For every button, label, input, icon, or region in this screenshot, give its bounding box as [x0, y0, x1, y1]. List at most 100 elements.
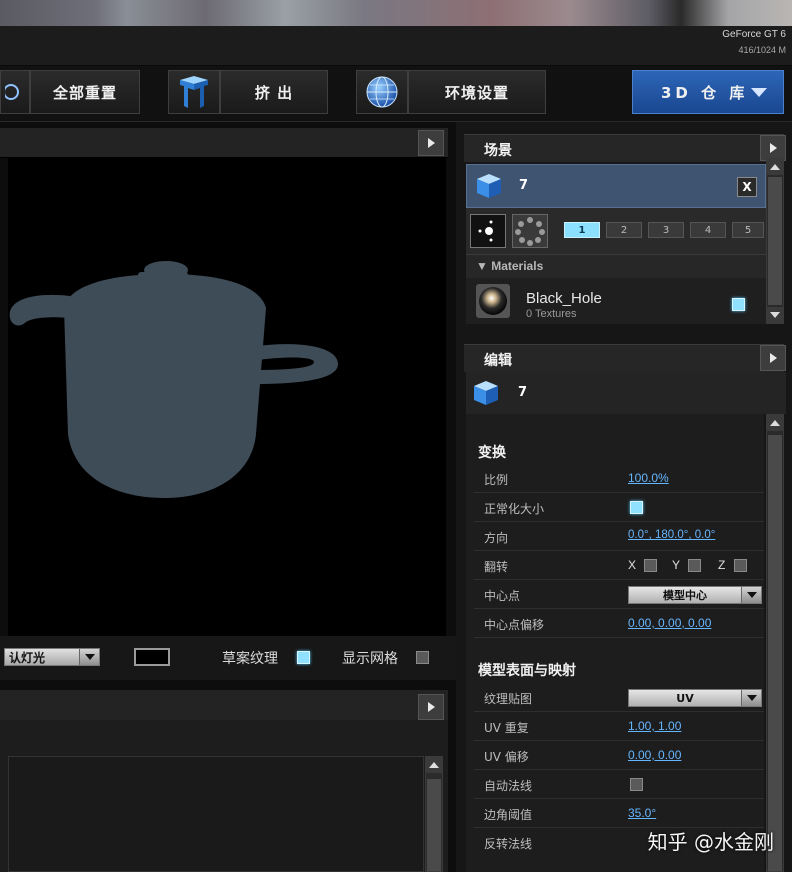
orientation-label: 方向: [484, 531, 509, 545]
flip-y-label: Y: [672, 558, 681, 572]
spot-light-button[interactable]: [512, 214, 548, 248]
3d-repository-button[interactable]: 3D 仓 库: [632, 70, 784, 114]
viewport-header: [0, 128, 448, 158]
cube-icon: [477, 174, 501, 198]
scene-panel-header: 场景: [464, 134, 786, 162]
viewport-options-bar: 认灯光 草案纹理 显示网格: [0, 636, 456, 680]
material-row[interactable]: Black_Hole 0 Textures: [466, 278, 766, 324]
remove-object-button[interactable]: X: [737, 177, 757, 197]
chevron-down-icon: [751, 88, 767, 97]
materials-header-label: ▼ Materials: [476, 259, 544, 273]
lower-panel-scrollbar[interactable]: [425, 756, 443, 872]
reset-icon-button[interactable]: [0, 70, 30, 114]
normalize-size-label: 正常化大小: [484, 502, 545, 516]
play-icon: [769, 143, 777, 153]
prop-row-pivot-offset: 中心点偏移 0.00, 0.00, 0.00: [474, 610, 764, 638]
prop-row-normalize: 正常化大小: [474, 494, 764, 522]
watermark: 知乎 @水金刚: [647, 830, 774, 854]
scene-object-row[interactable]: 7 X: [466, 164, 766, 208]
edge-threshold-value[interactable]: 35.0°: [628, 806, 656, 820]
scroll-up-arrow[interactable]: [426, 757, 442, 773]
uv-repeat-value[interactable]: 1.00, 1.00: [628, 719, 681, 733]
reset-icon: [5, 84, 19, 100]
lower-panel-list[interactable]: [8, 756, 424, 872]
layer-button-3[interactable]: 3: [648, 222, 684, 238]
orientation-value[interactable]: 0.0°, 180.0°, 0.0°: [628, 529, 715, 541]
flip-x-label: X: [628, 558, 637, 572]
pivot-label: 中心点: [484, 589, 521, 603]
point-light-icon: [478, 220, 493, 242]
chevron-down-icon: [741, 587, 761, 603]
flip-z-label: Z: [718, 558, 726, 572]
extrude-icon: [180, 76, 208, 108]
edit-panel-menu-button[interactable]: [760, 345, 786, 371]
scene-panel-title: 场景: [484, 143, 512, 159]
scene-panel-scrollbar[interactable]: [766, 158, 784, 324]
layer-button-1[interactable]: 1: [564, 222, 600, 238]
3d-repository-label: 3D 仓 库: [661, 83, 749, 102]
light-preset-value: 认灯光: [9, 650, 46, 665]
scroll-thumb[interactable]: [768, 435, 782, 871]
pot-model: [9, 261, 338, 498]
scroll-up-arrow[interactable]: [767, 159, 783, 175]
pivot-offset-value[interactable]: 0.00, 0.00, 0.00: [628, 616, 711, 630]
extrude-icon-button[interactable]: [168, 70, 220, 114]
properties-scrollbar[interactable]: [766, 414, 784, 872]
uv-offset-value[interactable]: 0.00, 0.00: [628, 748, 681, 762]
lower-panel-header: [0, 690, 448, 720]
flip-z-checkbox[interactable]: [734, 559, 747, 572]
scroll-up-arrow[interactable]: [767, 415, 783, 431]
prop-row-pivot: 中心点 模型中心: [474, 581, 764, 609]
cube-icon: [474, 381, 498, 405]
gpu-name: GeForce GT 6: [722, 29, 786, 40]
pivot-select-value: 模型中心: [663, 589, 707, 602]
scene-object-name: 7: [519, 178, 529, 193]
flip-y-checkbox[interactable]: [688, 559, 701, 572]
scroll-down-arrow[interactable]: [767, 307, 783, 323]
viewport-menu-button[interactable]: [418, 130, 444, 156]
material-name: Black_Hole: [526, 290, 602, 307]
extrude-button[interactable]: 挤 出: [220, 70, 328, 114]
edit-panel-header: 编辑: [464, 344, 786, 372]
draft-texture-checkbox[interactable]: [297, 651, 310, 664]
show-grid-label: 显示网格: [342, 651, 398, 667]
scale-value[interactable]: 100.0%: [628, 471, 669, 485]
background-color-swatch[interactable]: [134, 648, 170, 666]
scroll-thumb[interactable]: [768, 177, 782, 305]
material-visible-checkbox[interactable]: [732, 298, 745, 311]
play-icon: [769, 353, 777, 363]
toolbar: 全部重置 挤 出 环境设置 3D 仓 库: [0, 66, 792, 122]
environment-settings-button[interactable]: 环境设置: [408, 70, 546, 114]
flip-normals-label: 反转法线: [484, 837, 533, 851]
texture-map-select[interactable]: UV: [628, 689, 762, 707]
environment-icon-button[interactable]: [356, 70, 408, 114]
chevron-down-icon: [79, 649, 99, 665]
lower-panel-menu-button[interactable]: [418, 694, 444, 720]
light-preset-select[interactable]: 认灯光: [4, 648, 100, 666]
play-icon: [427, 702, 435, 712]
light-layer-row: 1 2 3 4 5: [466, 208, 766, 254]
layer-button-5[interactable]: 5: [732, 222, 764, 238]
auto-normals-checkbox[interactable]: [630, 778, 643, 791]
3d-viewport[interactable]: [8, 158, 446, 636]
flip-x-checkbox[interactable]: [644, 559, 657, 572]
edit-panel-title: 编辑: [484, 353, 512, 369]
gpu-memory: 416/1024 M: [738, 45, 786, 55]
pivot-select[interactable]: 模型中心: [628, 586, 762, 604]
edit-object-row: 7: [466, 372, 786, 414]
point-light-button[interactable]: [470, 214, 506, 248]
spot-light-icon: [515, 217, 545, 246]
scroll-thumb[interactable]: [427, 779, 441, 871]
prop-row-flip: 翻转 X Y Z: [474, 552, 764, 580]
prop-row-scale: 比例 100.0%: [474, 465, 764, 493]
show-grid-checkbox[interactable]: [416, 651, 429, 664]
materials-header[interactable]: ▼ Materials: [466, 254, 766, 278]
reset-all-button[interactable]: 全部重置: [30, 70, 140, 114]
normalize-size-checkbox[interactable]: [630, 501, 643, 514]
layer-button-4[interactable]: 4: [690, 222, 726, 238]
background-photo-strip: [0, 0, 792, 26]
texture-map-label: 纹理贴图: [484, 692, 533, 706]
edit-object-name: 7: [518, 385, 528, 400]
layer-button-2[interactable]: 2: [606, 222, 642, 238]
edge-threshold-label: 边角阈值: [484, 808, 533, 822]
